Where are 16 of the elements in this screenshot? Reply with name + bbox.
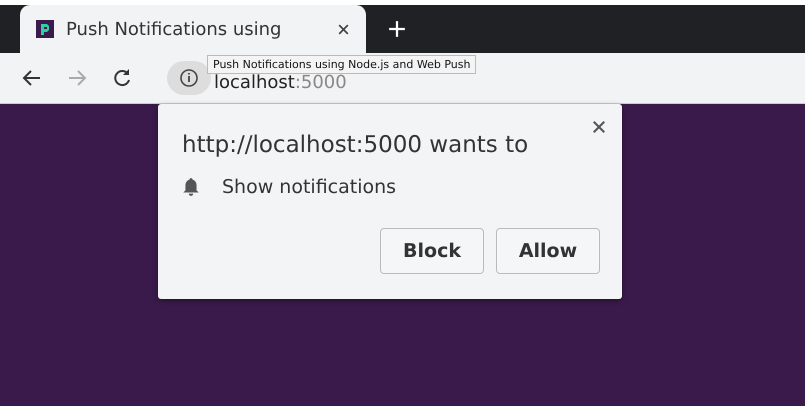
site-logo-icon (36, 20, 54, 38)
info-icon (179, 68, 199, 88)
close-icon[interactable] (592, 120, 606, 134)
permission-label: Show notifications (222, 176, 396, 198)
allow-button[interactable]: Allow (496, 228, 600, 274)
reload-icon[interactable] (112, 68, 132, 88)
block-button[interactable]: Block (380, 228, 484, 274)
back-arrow-icon[interactable] (22, 68, 42, 88)
site-info-button[interactable] (167, 61, 211, 95)
bell-icon (182, 177, 200, 197)
tooltip: Push Notifications using Node.js and Web Push (207, 55, 476, 74)
browser-tab[interactable]: Push Notifications using (20, 5, 366, 53)
popup-title: http://localhost:5000 wants to (182, 132, 530, 158)
tab-title: Push Notifications using (66, 18, 282, 40)
close-icon[interactable] (337, 22, 350, 36)
new-tab-icon[interactable] (388, 20, 406, 38)
